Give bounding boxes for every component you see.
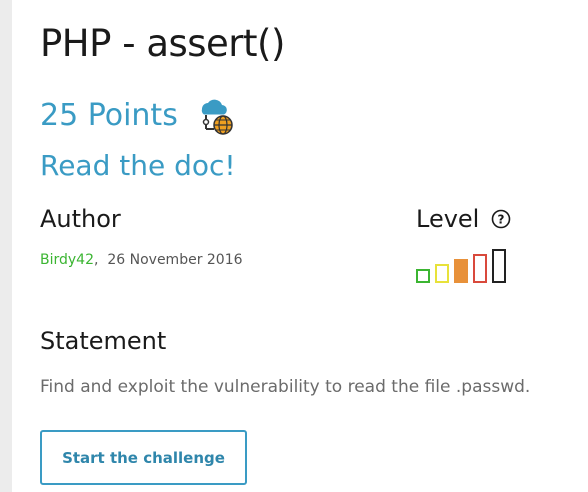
challenge-card: PHP - assert() 25 Points Read the doc! A… <box>12 0 588 492</box>
publish-date: 26 November 2016 <box>107 252 243 268</box>
level-bar-5 <box>492 249 506 283</box>
challenge-subtitle: Read the doc! <box>40 149 236 182</box>
svg-text:?: ? <box>498 213 505 227</box>
cloud-network-icon <box>201 99 233 135</box>
question-circle-icon[interactable]: ? <box>491 209 511 229</box>
level-bar-2 <box>435 264 449 283</box>
author-meta: Birdy42, 26 November 2016 <box>40 252 243 268</box>
statement-text: Find and exploit the vulnerability to re… <box>40 377 531 397</box>
author-link[interactable]: Birdy42 <box>40 252 94 268</box>
level-section: Level ? <box>416 205 511 283</box>
level-bar-1 <box>416 269 430 283</box>
points-value: 25 Points <box>40 98 178 133</box>
difficulty-meter <box>416 249 516 283</box>
start-challenge-button[interactable]: Start the challenge <box>40 430 247 485</box>
level-bar-4 <box>473 254 487 283</box>
level-bar-3 <box>454 259 468 283</box>
statement-heading: Statement <box>40 327 167 355</box>
level-heading: Level <box>416 205 480 233</box>
points-row: 25 Points <box>40 95 236 137</box>
author-separator: , <box>94 252 108 268</box>
author-heading: Author <box>40 205 121 233</box>
challenge-title: PHP - assert() <box>40 22 285 65</box>
